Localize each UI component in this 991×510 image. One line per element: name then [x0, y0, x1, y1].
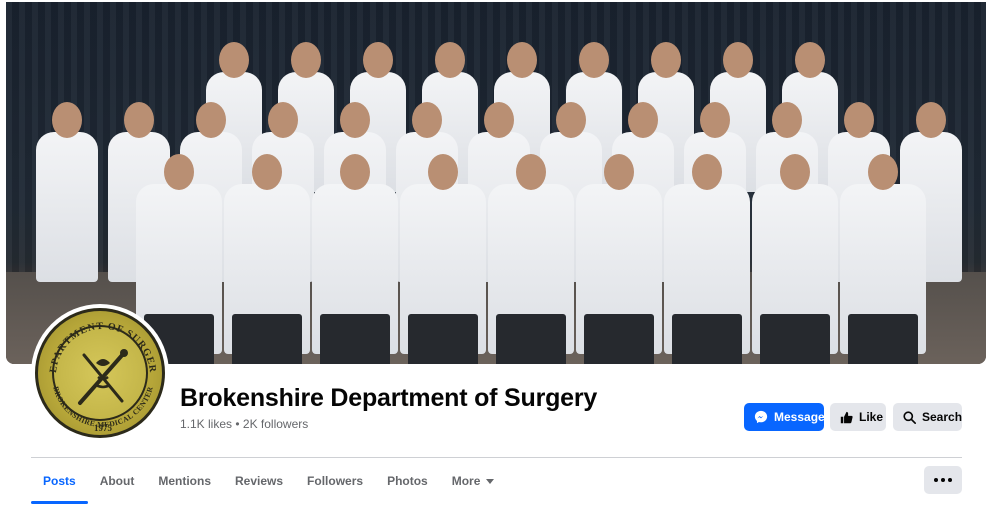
person-head	[196, 102, 226, 138]
tab-about[interactable]: About	[88, 458, 147, 504]
person-head	[700, 102, 730, 138]
person-head	[52, 102, 82, 138]
tab-followers[interactable]: Followers	[295, 458, 375, 504]
person-head	[780, 154, 810, 190]
person-head	[692, 154, 722, 190]
profile-picture[interactable]: DEPARTMENT OF SURGERY BROKENSHIRE MEDICA…	[31, 304, 169, 442]
person-head	[252, 154, 282, 190]
more-horizontal-icon	[934, 478, 952, 482]
person-head	[428, 154, 458, 190]
tab-more[interactable]: More	[440, 458, 507, 504]
message-button[interactable]: Message	[744, 403, 825, 431]
person-head	[772, 102, 802, 138]
tab-mentions[interactable]: Mentions	[146, 458, 223, 504]
person-head	[363, 42, 393, 78]
thumbs-up-icon	[840, 411, 853, 423]
person-head	[628, 102, 658, 138]
like-button[interactable]: Like	[830, 403, 886, 431]
person-legs	[672, 314, 742, 364]
cover-photo[interactable]	[6, 2, 986, 364]
seal-emblem: DEPARTMENT OF SURGERY BROKENSHIRE MEDICA…	[38, 311, 157, 433]
person-head	[516, 154, 546, 190]
person-legs	[584, 314, 654, 364]
seal-year: 1975	[94, 423, 113, 433]
person-head	[340, 154, 370, 190]
search-button[interactable]: Search	[893, 403, 962, 431]
message-button-label: Message	[774, 410, 825, 424]
person-head	[916, 102, 946, 138]
tab-reviews[interactable]: Reviews	[223, 458, 295, 504]
person-head	[844, 102, 874, 138]
person-legs	[760, 314, 830, 364]
person-head	[604, 154, 634, 190]
person-head	[124, 102, 154, 138]
like-button-label: Like	[859, 410, 884, 424]
person-silhouette	[36, 132, 98, 282]
search-button-label: Search	[922, 410, 963, 424]
person-legs	[408, 314, 478, 364]
person-head	[340, 102, 370, 138]
messenger-icon	[754, 410, 768, 424]
search-icon	[903, 410, 916, 424]
person-legs	[320, 314, 390, 364]
page-tabs: Posts About Mentions Reviews Followers P…	[31, 458, 506, 504]
person-head	[412, 102, 442, 138]
person-legs	[232, 314, 302, 364]
person-legs	[848, 314, 918, 364]
caret-down-icon	[486, 478, 495, 484]
person-head	[268, 102, 298, 138]
person-head	[868, 154, 898, 190]
person-head	[484, 102, 514, 138]
person-head	[164, 154, 194, 190]
person-head	[795, 42, 825, 78]
page-stats[interactable]: 1.1K likes • 2K followers	[180, 417, 308, 431]
person-head	[723, 42, 753, 78]
person-head	[556, 102, 586, 138]
person-head	[291, 42, 321, 78]
department-seal: DEPARTMENT OF SURGERY BROKENSHIRE MEDICA…	[35, 308, 165, 438]
tab-photos[interactable]: Photos	[375, 458, 440, 504]
more-options-button[interactable]	[924, 466, 962, 494]
person-head	[435, 42, 465, 78]
person-head	[579, 42, 609, 78]
page-title: Brokenshire Department of Surgery	[180, 384, 598, 412]
person-head	[507, 42, 537, 78]
person-head	[219, 42, 249, 78]
person-head	[651, 42, 681, 78]
person-legs	[496, 314, 566, 364]
tab-posts[interactable]: Posts	[31, 458, 88, 504]
